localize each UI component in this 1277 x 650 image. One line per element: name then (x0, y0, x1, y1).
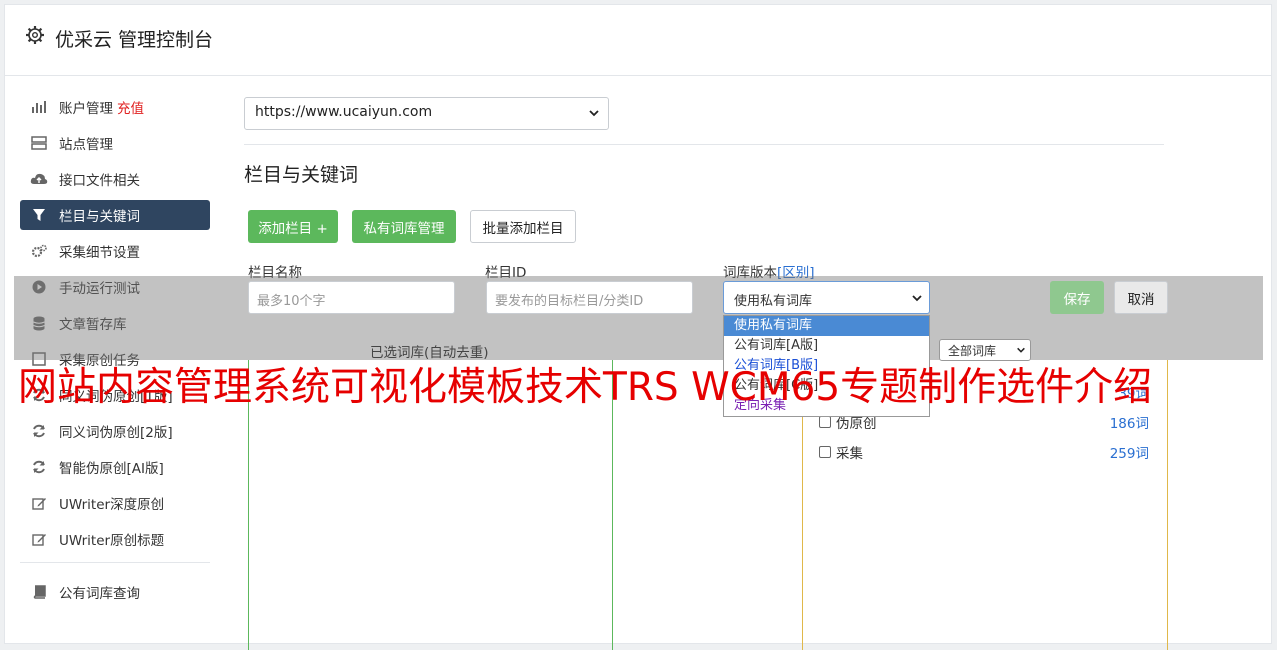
section-title: 栏目与关键词 (244, 164, 359, 186)
filter-icon (30, 206, 48, 224)
cloud-upload-icon (30, 170, 48, 188)
sidebar-item-interface[interactable]: 接口文件相关 (20, 164, 210, 194)
column-id-input[interactable]: 要发布的目标栏目/分类ID (486, 281, 693, 314)
sidebar-item-label: 接口文件相关 (59, 173, 140, 189)
sidebar-item-label: 账户管理 (59, 101, 113, 117)
chevron-down-icon (589, 110, 599, 117)
divider (244, 144, 1164, 145)
server-icon (30, 134, 48, 152)
page-title: 优采云 管理控制台 (55, 29, 214, 51)
refresh-icon (30, 458, 48, 476)
cogs-icon (30, 242, 48, 260)
sidebar-item-label: UWriter原创标题 (59, 533, 165, 549)
site-select-value: https://www.ucaiyun.com (255, 104, 433, 120)
version-select-value: 使用私有词库 (734, 294, 813, 309)
sidebar-item-label: 栏目与关键词 (59, 209, 140, 225)
sidebar-item-label: 智能伪原创[AI版] (59, 461, 164, 477)
gear-icon (26, 26, 44, 44)
cancel-button[interactable]: 取消 (1114, 281, 1168, 314)
sidebar-item-label: 站点管理 (59, 137, 113, 153)
banner-text: 网站内容管理系统可视化模板技术TRS WCM65专题制作选件介绍 (18, 365, 1153, 410)
recharge-link[interactable]: 充值 (117, 97, 144, 117)
lib-count: 186词 (1109, 416, 1149, 432)
save-button[interactable]: 保存 (1050, 281, 1104, 314)
version-option[interactable]: 使用私有词库 (724, 316, 929, 336)
sidebar-item-label: 公有词库查询 (59, 586, 140, 602)
sidebar-item-collect-settings[interactable]: 采集细节设置 (20, 236, 210, 266)
sidebar-item-uwriter-deep[interactable]: UWriter深度原创 (20, 488, 210, 518)
sidebar-item-ai-rewrite[interactable]: 智能伪原创[AI版] (20, 452, 210, 482)
sidebar-item-label: UWriter深度原创 (59, 497, 165, 513)
sidebar-item-uwriter-title[interactable]: UWriter原创标题 (20, 524, 210, 554)
edit-icon (30, 530, 48, 548)
refresh-icon (30, 422, 48, 440)
page-header: 优采云 管理控制台 (5, 5, 1271, 76)
sidebar-item-public-lib-query[interactable]: 公有词库查询 (20, 577, 210, 607)
bar-chart-icon (30, 98, 48, 116)
sidebar-item-synonym-v2[interactable]: 同义词伪原创[2版] (20, 416, 210, 446)
lib-item-collect[interactable]: 采集 (819, 442, 863, 462)
sidebar-item-site[interactable]: 站点管理 (20, 128, 210, 158)
checkbox[interactable] (819, 416, 831, 428)
edit-icon (30, 494, 48, 512)
version-select[interactable]: 使用私有词库 (723, 281, 930, 314)
sidebar-item-label: 采集细节设置 (59, 245, 140, 261)
chevron-down-icon (1017, 347, 1025, 353)
column-name-input[interactable]: 最多10个字 (248, 281, 455, 314)
version-option[interactable]: 公有词库[A版] (724, 336, 929, 356)
sidebar-item-account[interactable]: 账户管理 充值 (20, 92, 210, 122)
add-column-button[interactable]: 添加栏目 + (248, 210, 338, 243)
private-lib-button[interactable]: 私有词库管理 (352, 210, 456, 243)
sidebar-divider (20, 562, 210, 563)
sidebar-item-label: 同义词伪原创[2版] (59, 425, 173, 441)
lib-name: 采集 (836, 446, 863, 462)
chevron-down-icon (912, 295, 922, 302)
book-icon (30, 583, 48, 601)
lib-count: 259词 (1109, 446, 1149, 462)
site-select[interactable]: https://www.ucaiyun.com (244, 97, 609, 130)
sidebar-item-columns[interactable]: 栏目与关键词 (20, 200, 210, 230)
batch-add-button[interactable]: 批量添加栏目 (470, 210, 576, 243)
checkbox[interactable] (819, 446, 831, 458)
